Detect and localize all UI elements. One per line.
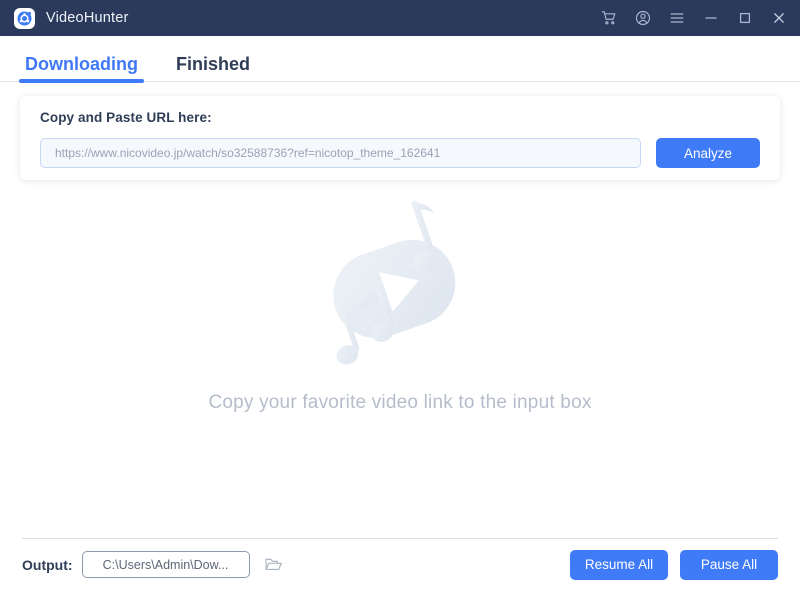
open-folder-icon[interactable]	[263, 554, 285, 576]
videohunter-logo-icon	[14, 7, 35, 29]
menu-icon[interactable]	[666, 7, 688, 29]
cart-icon[interactable]	[598, 7, 620, 29]
account-icon[interactable]	[632, 7, 654, 29]
url-input-row: Analyze	[40, 138, 760, 168]
tab-finished[interactable]: Finished	[173, 55, 253, 82]
empty-state-message: Copy your favorite video link to the inp…	[208, 392, 592, 413]
footer-bar: Output: C:\Users\Admin\Dow... Resume All…	[0, 538, 800, 591]
empty-state: Copy your favorite video link to the inp…	[0, 192, 800, 414]
close-icon[interactable]	[768, 7, 790, 29]
tab-downloading[interactable]: Downloading	[19, 55, 144, 83]
title-bar: VideoHunter	[0, 0, 800, 36]
pause-all-button[interactable]: Pause All	[680, 549, 778, 580]
tab-bar: Downloading Finished	[0, 36, 800, 83]
main-content: Copy and Paste URL here: Analyze	[0, 82, 800, 538]
play-button-with-music-notes-illustration	[290, 192, 510, 382]
app-window: VideoHunter Downloading Finished Copy an…	[0, 0, 800, 591]
url-input[interactable]	[40, 138, 641, 168]
resume-all-button[interactable]: Resume All	[570, 549, 668, 580]
app-title: VideoHunter	[46, 10, 129, 26]
window-controls	[598, 7, 790, 29]
maximize-icon[interactable]	[734, 7, 756, 29]
output-path-field[interactable]: C:\Users\Admin\Dow...	[81, 551, 250, 578]
url-input-card: Copy and Paste URL here: Analyze	[20, 96, 780, 180]
output-label: Output:	[22, 556, 73, 573]
analyze-button[interactable]: Analyze	[656, 138, 760, 168]
minimize-icon[interactable]	[700, 7, 722, 29]
url-card-label: Copy and Paste URL here:	[40, 110, 212, 125]
